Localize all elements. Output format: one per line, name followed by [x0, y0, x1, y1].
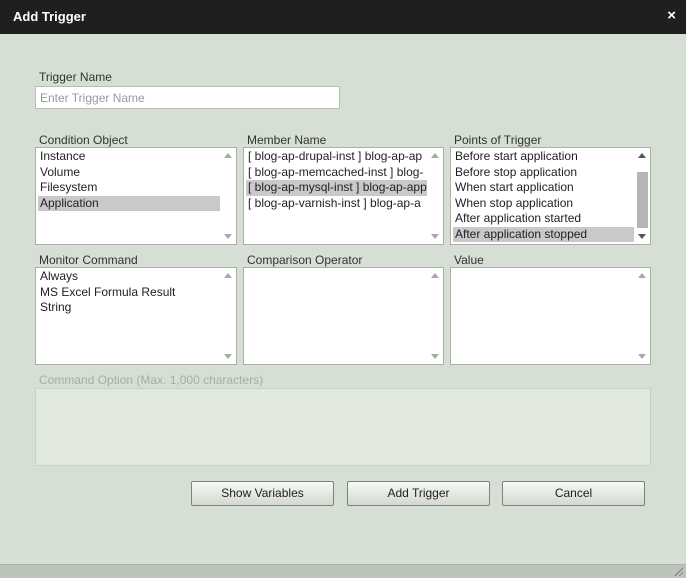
- dialog-title: Add Trigger: [13, 9, 86, 24]
- monitor-command-label: Monitor Command: [39, 253, 138, 267]
- monitor-command-scrollbar[interactable]: [221, 268, 236, 364]
- scrollbar-thumb[interactable]: [637, 172, 648, 228]
- list-item[interactable]: [ blog-ap-memcached-inst ] blog-: [246, 165, 427, 181]
- command-option-label: Command Option (Max. 1,000 characters): [39, 373, 264, 387]
- condition-object-scrollbar[interactable]: [221, 148, 236, 244]
- trigger-name-input[interactable]: [35, 86, 340, 109]
- member-name-scrollbar[interactable]: [428, 148, 443, 244]
- chevron-down-icon[interactable]: [224, 354, 232, 359]
- chevron-up-icon[interactable]: [224, 273, 232, 278]
- chevron-up-icon[interactable]: [224, 153, 232, 158]
- list-item[interactable]: Before stop application: [453, 165, 634, 181]
- member-name-list[interactable]: [ blog-ap-drupal-inst ] blog-ap-ap [ blo…: [243, 147, 444, 245]
- chevron-up-icon[interactable]: [431, 153, 439, 158]
- condition-object-list[interactable]: Instance Volume Filesystem Application: [35, 147, 237, 245]
- list-item[interactable]: [ blog-ap-drupal-inst ] blog-ap-ap: [246, 149, 427, 165]
- list-item[interactable]: [ blog-ap-varnish-inst ] blog-ap-a: [246, 196, 427, 212]
- chevron-down-icon[interactable]: [431, 234, 439, 239]
- list-item[interactable]: Always: [38, 269, 220, 285]
- chevron-up-icon[interactable]: [638, 153, 646, 158]
- list-item[interactable]: Filesystem: [38, 180, 220, 196]
- dialog-titlebar: Add Trigger ×: [0, 0, 686, 34]
- comparison-operator-scrollbar[interactable]: [428, 268, 443, 364]
- condition-object-items: Instance Volume Filesystem Application: [38, 149, 220, 211]
- list-item[interactable]: String: [38, 300, 220, 316]
- value-list[interactable]: [450, 267, 651, 365]
- monitor-command-list[interactable]: Always MS Excel Formula Result String: [35, 267, 237, 365]
- trigger-name-label: Trigger Name: [39, 70, 112, 84]
- list-item[interactable]: MS Excel Formula Result: [38, 285, 220, 301]
- points-of-trigger-items: Before start application Before stop app…: [453, 149, 634, 242]
- points-of-trigger-list[interactable]: Before start application Before stop app…: [450, 147, 651, 245]
- dialog-body: Trigger Name Condition Object Instance V…: [0, 34, 686, 564]
- points-of-trigger-scrollbar[interactable]: [635, 148, 650, 244]
- command-option-textarea: [35, 388, 651, 466]
- condition-object-label: Condition Object: [39, 133, 128, 147]
- member-name-items: [ blog-ap-drupal-inst ] blog-ap-ap [ blo…: [246, 149, 427, 211]
- value-scrollbar[interactable]: [635, 268, 650, 364]
- chevron-down-icon[interactable]: [638, 234, 646, 239]
- chevron-down-icon[interactable]: [638, 354, 646, 359]
- list-item-selected[interactable]: [ blog-ap-mysql-inst ] blog-ap-app: [246, 180, 427, 196]
- value-label: Value: [454, 253, 484, 267]
- close-icon[interactable]: ×: [667, 7, 676, 25]
- show-variables-button[interactable]: Show Variables: [191, 481, 334, 506]
- list-item[interactable]: Volume: [38, 165, 220, 181]
- list-item[interactable]: When start application: [453, 180, 634, 196]
- dialog-statusbar: [0, 564, 686, 578]
- chevron-up-icon[interactable]: [431, 273, 439, 278]
- chevron-up-icon[interactable]: [638, 273, 646, 278]
- resize-grip-icon[interactable]: [673, 566, 683, 576]
- list-item-selected[interactable]: Application: [38, 195, 220, 211]
- chevron-down-icon[interactable]: [431, 354, 439, 359]
- list-item[interactable]: Instance: [38, 149, 220, 165]
- add-trigger-button[interactable]: Add Trigger: [347, 481, 490, 506]
- list-item[interactable]: Before start application: [453, 149, 634, 165]
- list-item-selected[interactable]: After application stopped: [453, 226, 634, 242]
- chevron-down-icon[interactable]: [224, 234, 232, 239]
- list-item[interactable]: When stop application: [453, 196, 634, 212]
- comparison-operator-label: Comparison Operator: [247, 253, 363, 267]
- monitor-command-items: Always MS Excel Formula Result String: [38, 269, 220, 316]
- list-item[interactable]: After application started: [453, 211, 634, 227]
- member-name-label: Member Name: [247, 133, 327, 147]
- comparison-operator-list[interactable]: [243, 267, 444, 365]
- cancel-button[interactable]: Cancel: [502, 481, 645, 506]
- points-of-trigger-label: Points of Trigger: [454, 133, 542, 147]
